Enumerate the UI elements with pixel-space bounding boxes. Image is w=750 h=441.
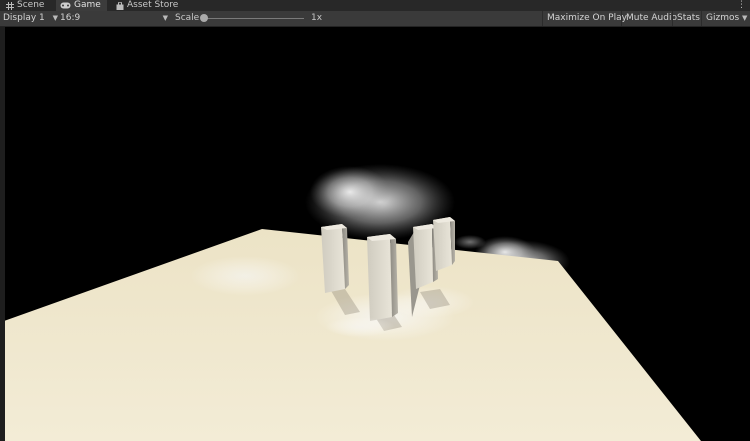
scale-value: 1x xyxy=(311,11,322,26)
gizmos-button-label: Gizmos xyxy=(706,13,739,23)
tab-asset-store-label: Asset Store xyxy=(127,0,178,11)
stats-button[interactable]: Stats xyxy=(672,11,704,26)
maximize-on-play-button[interactable]: Maximize On Play xyxy=(542,11,631,26)
display-dropdown[interactable]: Display 1 ▼ xyxy=(3,11,58,26)
game-viewport[interactable] xyxy=(0,27,750,441)
pillar-5 xyxy=(433,217,455,271)
scale-slider-track[interactable] xyxy=(202,18,304,19)
shopping-bag-icon xyxy=(116,2,124,10)
viewport-left-border xyxy=(0,27,5,441)
chevron-down-icon: ▼ xyxy=(163,11,168,26)
tab-game-label: Game xyxy=(74,0,101,11)
tab-game[interactable]: Game xyxy=(56,0,107,11)
tab-scene[interactable]: Scene xyxy=(2,0,50,11)
game-render xyxy=(0,27,750,441)
pillar-1 xyxy=(321,224,349,293)
gamepad-icon xyxy=(60,2,71,9)
pillar-2 xyxy=(367,234,398,321)
window-tab-bar: Scene Game Asset Store ⋮ xyxy=(0,0,750,11)
chevron-down-icon: ▼ xyxy=(53,14,58,22)
grid-icon xyxy=(6,2,14,10)
game-toolbar: Display 1 ▼ 16:9 ▼ Scale 1x Maximize On … xyxy=(0,11,750,27)
tab-asset-store[interactable]: Asset Store xyxy=(112,0,184,11)
scale-label: Scale xyxy=(175,11,199,26)
display-dropdown-label: Display 1 xyxy=(3,13,45,23)
gizmos-button[interactable]: Gizmos ▼ xyxy=(701,11,750,26)
chevron-down-icon: ▼ xyxy=(742,14,747,22)
aspect-dropdown-label: 16:9 xyxy=(60,13,80,23)
scale-slider-handle[interactable] xyxy=(200,14,208,22)
aspect-dropdown[interactable]: 16:9 ▼ xyxy=(60,11,168,26)
tab-scene-label: Scene xyxy=(17,0,44,11)
more-options-icon[interactable]: ⋮ xyxy=(737,0,746,11)
